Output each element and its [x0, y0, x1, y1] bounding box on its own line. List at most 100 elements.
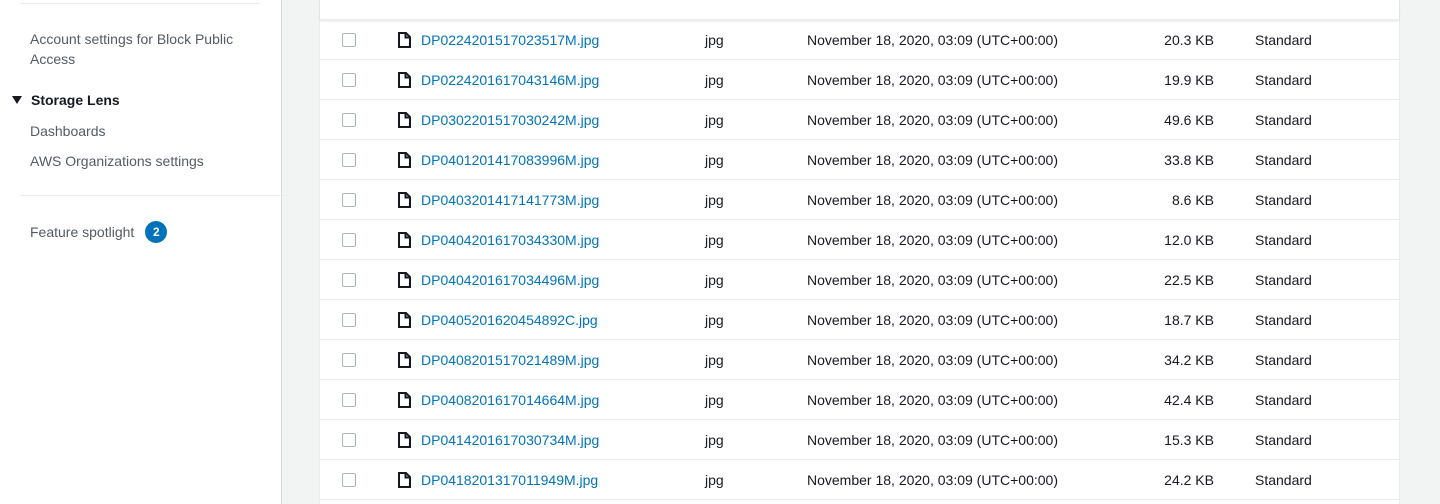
object-name-link[interactable]: DP0224201617043146M.jpg: [421, 60, 599, 100]
nav-dashboards[interactable]: Dashboards: [30, 121, 106, 141]
object-type: jpg: [705, 432, 724, 448]
object-name-link[interactable]: DP0418201317011949M.jpg: [421, 460, 598, 500]
object-name-link[interactable]: DP0408201617014664M.jpg: [421, 380, 599, 420]
object-size: 33.8 KB: [1164, 152, 1214, 168]
object-name-link[interactable]: DP0224201517023517M.jpg: [421, 20, 599, 60]
row-select-checkbox[interactable]: [342, 473, 356, 487]
object-last-modified: November 18, 2020, 03:09 (UTC+00:00): [807, 312, 1058, 328]
object-storage-class: Standard: [1255, 72, 1312, 88]
object-last-modified: November 18, 2020, 03:09 (UTC+00:00): [807, 392, 1058, 408]
row-select-checkbox[interactable]: [342, 153, 356, 167]
object-type: jpg: [705, 192, 724, 208]
object-size: 42.4 KB: [1164, 392, 1214, 408]
object-storage-class: Standard: [1255, 32, 1312, 48]
object-type: jpg: [705, 312, 724, 328]
object-type: jpg: [705, 392, 724, 408]
file-icon: [398, 312, 411, 328]
file-icon: [398, 352, 411, 368]
object-type: jpg: [705, 272, 724, 288]
object-type: jpg: [705, 32, 724, 48]
file-icon: [398, 72, 411, 88]
feature-spotlight-count-badge: 2: [145, 221, 168, 243]
row-select-checkbox[interactable]: [342, 33, 356, 47]
storage-lens-section-toggle[interactable]: Storage Lens: [12, 90, 120, 110]
nav-feature-spotlight[interactable]: Feature spotlight 2: [30, 221, 168, 243]
object-storage-class: Standard: [1255, 312, 1312, 328]
row-select-checkbox[interactable]: [342, 393, 356, 407]
file-icon: [398, 192, 411, 208]
object-last-modified: November 18, 2020, 03:09 (UTC+00:00): [807, 32, 1058, 48]
row-select-checkbox[interactable]: [342, 273, 356, 287]
object-size: 15.3 KB: [1164, 432, 1214, 448]
file-icon: [398, 272, 411, 288]
object-type: jpg: [705, 232, 724, 248]
object-size: 18.7 KB: [1164, 312, 1214, 328]
object-size: 8.6 KB: [1171, 192, 1214, 208]
object-type: jpg: [705, 352, 724, 368]
object-size: 22.5 KB: [1164, 272, 1214, 288]
file-icon: [398, 152, 411, 168]
feature-spotlight-label: Feature spotlight: [30, 224, 135, 240]
object-name-link[interactable]: DP0405201620454892C.jpg: [421, 300, 598, 340]
object-size: 19.9 KB: [1164, 72, 1214, 88]
object-last-modified: November 18, 2020, 03:09 (UTC+00:00): [807, 352, 1058, 368]
object-last-modified: November 18, 2020, 03:09 (UTC+00:00): [807, 192, 1058, 208]
file-icon: [398, 232, 411, 248]
sidebar-divider: [20, 195, 288, 196]
sidebar-nav: Account settings for Block Public Access…: [0, 0, 288, 504]
object-name-link[interactable]: DP0404201617034496M.jpg: [421, 260, 599, 300]
object-name-link[interactable]: DP0414201617030734M.jpg: [421, 420, 599, 460]
row-select-checkbox[interactable]: [342, 113, 356, 127]
table-row: DP0224201517023517M.jpg jpg November 18, 2…: [320, 20, 1399, 60]
object-type: jpg: [705, 472, 724, 488]
row-select-checkbox[interactable]: [342, 233, 356, 247]
nav-aws-organizations-settings[interactable]: AWS Organizations settings: [30, 151, 204, 171]
row-select-checkbox[interactable]: [342, 353, 356, 367]
file-icon: [398, 112, 411, 128]
table-row: DP0404201617034330M.jpg jpg November 18, 2…: [320, 220, 1399, 260]
object-last-modified: November 18, 2020, 03:09 (UTC+00:00): [807, 72, 1058, 88]
object-last-modified: November 18, 2020, 03:09 (UTC+00:00): [807, 432, 1058, 448]
row-select-checkbox[interactable]: [342, 433, 356, 447]
object-name-link[interactable]: DP0403201417141773M.jpg: [421, 180, 599, 220]
table-row: DP0408201617014664M.jpg jpg November 18, 2…: [320, 380, 1399, 420]
row-select-checkbox[interactable]: [342, 73, 356, 87]
objects-table-panel: DP0224201517023517M.jpg jpg November 18, 2…: [319, 0, 1400, 504]
object-size: 24.2 KB: [1164, 472, 1214, 488]
table-row: DP0404201617034496M.jpg jpg November 18, 2…: [320, 260, 1399, 300]
table-row: DP0401201417083996M.jpg jpg November 18, 2…: [320, 140, 1399, 180]
object-type: jpg: [705, 112, 724, 128]
object-storage-class: Standard: [1255, 352, 1312, 368]
object-name-link[interactable]: DP0401201417083996M.jpg: [421, 140, 599, 180]
object-storage-class: Standard: [1255, 192, 1312, 208]
object-type: jpg: [705, 152, 724, 168]
file-icon: [398, 392, 411, 408]
objects-table-body: DP0224201517023517M.jpg jpg November 18, 2…: [320, 20, 1399, 500]
table-row: DP0302201517030242M.jpg jpg November 18, 2…: [320, 100, 1399, 140]
object-storage-class: Standard: [1255, 272, 1312, 288]
table-row: DP0414201617030734M.jpg jpg November 18, 2…: [320, 420, 1399, 460]
object-size: 49.6 KB: [1164, 112, 1214, 128]
table-row: DP0403201417141773M.jpg jpg November 18, 2…: [320, 180, 1399, 220]
sidebar-divider: [20, 3, 260, 4]
object-storage-class: Standard: [1255, 232, 1312, 248]
object-size: 12.0 KB: [1164, 232, 1214, 248]
object-name-link[interactable]: DP0404201617034330M.jpg: [421, 220, 599, 260]
table-row: DP0408201517021489M.jpg jpg November 18, 2…: [320, 340, 1399, 380]
object-name-link[interactable]: DP0408201517021489M.jpg: [421, 340, 599, 380]
object-last-modified: November 18, 2020, 03:09 (UTC+00:00): [807, 472, 1058, 488]
object-size: 34.2 KB: [1164, 352, 1214, 368]
object-type: jpg: [705, 72, 724, 88]
nav-account-settings-block-public-access[interactable]: Account settings for Block Public Access: [30, 29, 260, 69]
file-icon: [398, 32, 411, 48]
file-icon: [398, 432, 411, 448]
object-last-modified: November 18, 2020, 03:09 (UTC+00:00): [807, 272, 1058, 288]
object-storage-class: Standard: [1255, 112, 1312, 128]
object-storage-class: Standard: [1255, 392, 1312, 408]
object-storage-class: Standard: [1255, 432, 1312, 448]
row-select-checkbox[interactable]: [342, 313, 356, 327]
row-select-checkbox[interactable]: [342, 193, 356, 207]
object-storage-class: Standard: [1255, 472, 1312, 488]
table-row: DP0418201317011949M.jpg jpg November 18, 2…: [320, 460, 1399, 500]
object-name-link[interactable]: DP0302201517030242M.jpg: [421, 100, 599, 140]
